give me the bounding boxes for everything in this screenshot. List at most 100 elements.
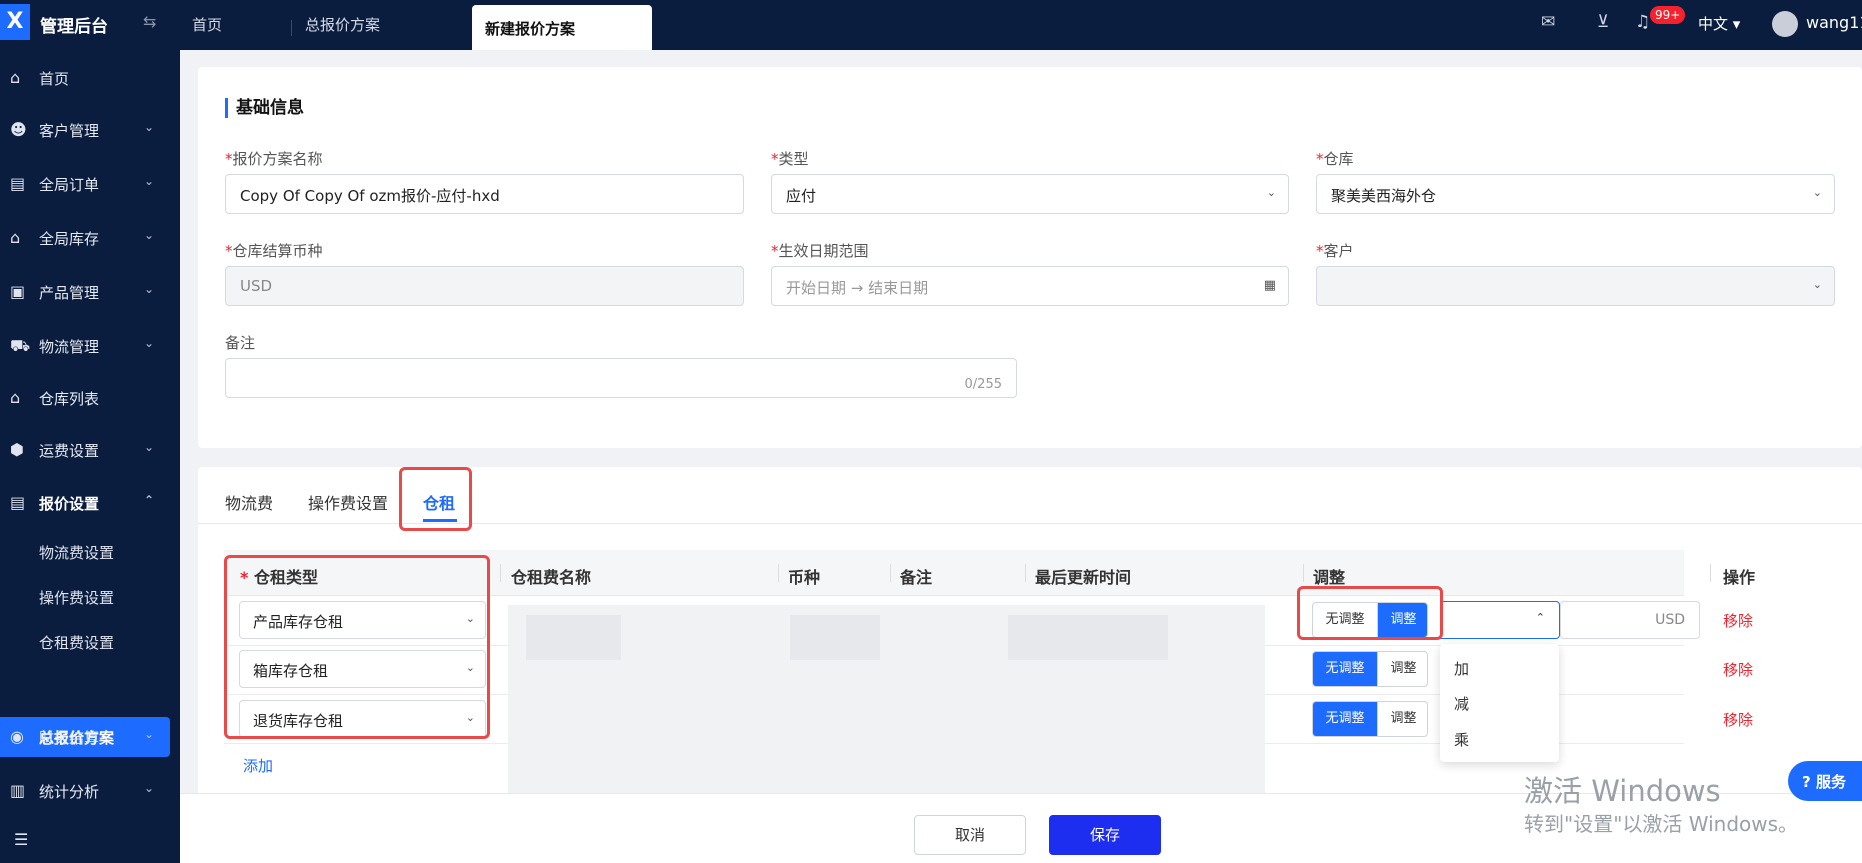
chevron-down-icon: ⌄ bbox=[144, 781, 155, 795]
adjust-toggle[interactable]: 无调整 调整 bbox=[1312, 701, 1428, 737]
download-icon[interactable]: ⊻ bbox=[1597, 12, 1609, 32]
sidebar-item-freight[interactable]: ⬢ 运费设置 ⌄ bbox=[0, 440, 180, 484]
add-row-link[interactable]: 添加 bbox=[243, 755, 273, 776]
sidebar-item-products[interactable]: ▣ 产品管理 ⌄ bbox=[0, 282, 180, 326]
tab-new-quote[interactable]: 新建报价方案 bbox=[472, 5, 652, 50]
freight-icon: ⬢ bbox=[10, 440, 24, 459]
quote-icon: ▤ bbox=[10, 493, 26, 512]
service-label: 服务 bbox=[1815, 773, 1846, 791]
option-multiply[interactable]: 乘 bbox=[1454, 729, 1469, 750]
tab-divider bbox=[291, 20, 292, 36]
sidebar-item-label: 首页 bbox=[39, 70, 70, 88]
sidebar-item-label: 全局库存 bbox=[39, 230, 100, 248]
remark-label: 备注 bbox=[225, 334, 256, 352]
menu-toggle-icon[interactable]: ☰ bbox=[14, 830, 28, 849]
finance-icon: ◉ bbox=[10, 727, 24, 746]
cancel-button[interactable]: 取消 bbox=[914, 815, 1026, 855]
sidebar-item-label: 物流管理 bbox=[39, 338, 100, 356]
sidebar-item-label: 统计分析 bbox=[39, 783, 100, 801]
activation-watermark-title: 激活 Windows bbox=[1524, 774, 1721, 808]
sidebar-item-logistics[interactable]: ⛟ 物流管理 ⌄ bbox=[0, 336, 180, 380]
remove-link[interactable]: 移除 bbox=[1723, 610, 1753, 631]
adjust-option[interactable]: 调整 bbox=[1377, 652, 1427, 686]
sidebar-item-quote-settings[interactable]: ▤ 报价设置 ⌃ bbox=[0, 493, 180, 537]
tab-home[interactable]: 首页 bbox=[192, 14, 222, 35]
list-icon: ⌂ bbox=[10, 388, 21, 407]
remove-link[interactable]: 移除 bbox=[1723, 709, 1753, 730]
sidebar-item-label: 运费设置 bbox=[39, 442, 100, 460]
type-value: 应付 bbox=[786, 187, 817, 205]
col-adjust: 调整 bbox=[1313, 568, 1346, 587]
chart-icon: ▥ bbox=[10, 781, 26, 800]
col-currency: 币种 bbox=[788, 568, 821, 587]
date-range-picker[interactable]: 开始日期 → 结束日期 ▦ bbox=[771, 266, 1289, 306]
tab-operation-fee[interactable]: 操作费设置 bbox=[308, 490, 388, 514]
sidebar-item-home[interactable]: ⌂ 首页 bbox=[0, 68, 180, 112]
warehouse-select[interactable]: 聚美美西海外仓 ⌄ bbox=[1316, 174, 1835, 214]
tab-logistics-fee[interactable]: 物流费 bbox=[225, 490, 273, 514]
arrow-right-icon: → bbox=[850, 279, 864, 297]
amount-input[interactable]: USD bbox=[1560, 601, 1700, 639]
warehouse-value: 聚美美西海外仓 bbox=[1331, 187, 1437, 205]
currency-label: *仓库结算币种 bbox=[225, 242, 323, 260]
language-select[interactable]: 中文 ▾ bbox=[1698, 13, 1740, 34]
quote-name-input[interactable]: Copy Of Copy Of ozm报价-应付-hxd bbox=[225, 174, 744, 214]
highlight-box bbox=[399, 467, 472, 531]
start-date-placeholder[interactable]: 开始日期 bbox=[786, 279, 846, 297]
remark-textarea[interactable]: 0/255 bbox=[225, 358, 1017, 398]
type-select[interactable]: 应付 ⌄ bbox=[771, 174, 1289, 214]
blurred-block bbox=[1008, 615, 1168, 660]
sidebar-item-label: 客户管理 bbox=[39, 122, 100, 140]
option-add[interactable]: 加 bbox=[1454, 658, 1469, 679]
blurred-block bbox=[790, 615, 880, 660]
user-name[interactable]: wang11 bbox=[1806, 13, 1862, 32]
activation-watermark-text: 转到"设置"以激活 Windows。 bbox=[1524, 812, 1799, 836]
col-action: 操作 bbox=[1723, 568, 1756, 587]
sidebar-item-label: 全局订单 bbox=[39, 176, 100, 194]
end-date-placeholder[interactable]: 结束日期 bbox=[868, 279, 928, 297]
col-divider bbox=[500, 564, 501, 582]
adjust-option[interactable]: 调整 bbox=[1377, 702, 1427, 736]
sidebar-item-finance[interactable]: ◉ 财务结算 ⌄ bbox=[0, 727, 180, 771]
chevron-down-icon: ⌄ bbox=[1812, 278, 1822, 291]
sidebar-item-customers[interactable]: ☻ 客户管理 ⌄ bbox=[0, 120, 180, 164]
sidebar: ⌂ 首页 ☻ 客户管理 ⌄ ▤ 全局订单 ⌄ ⌂ 全局库存 ⌄ ▣ 产品管理 ⌄ ⛟ 物流管理 ⌄ ⌂… bbox=[0, 50, 180, 863]
sub-item-storage-fee[interactable]: 仓租费设置 bbox=[39, 632, 114, 653]
no-adjust-option[interactable]: 无调整 bbox=[1313, 702, 1377, 736]
bell-icon[interactable]: ♫ bbox=[1635, 12, 1650, 32]
col-divider bbox=[1025, 564, 1026, 582]
service-button[interactable]: ? 服务 bbox=[1788, 761, 1862, 801]
option-subtract[interactable]: 减 bbox=[1454, 693, 1469, 714]
remark-counter: 0/255 bbox=[964, 377, 1002, 392]
sub-item-operation-fee[interactable]: 操作费设置 bbox=[39, 587, 114, 608]
adjust-toggle[interactable]: 无调整 调整 bbox=[1312, 651, 1428, 687]
truck-icon: ⛟ bbox=[10, 336, 31, 355]
adjust-type-select[interactable]: ⌃ bbox=[1440, 601, 1560, 639]
sidebar-item-statistics[interactable]: ▥ 统计分析 ⌄ bbox=[0, 781, 180, 825]
sub-item-logistics-fee[interactable]: 物流费设置 bbox=[39, 542, 114, 563]
sidebar-item-inventory[interactable]: ⌂ 全局库存 ⌄ bbox=[0, 228, 180, 272]
chevron-down-icon: ⌄ bbox=[144, 282, 155, 296]
product-icon: ▣ bbox=[10, 282, 26, 301]
highlight-box bbox=[1297, 586, 1443, 640]
customer-label: *客户 bbox=[1316, 242, 1354, 260]
sidebar-item-orders[interactable]: ▤ 全局订单 ⌄ bbox=[0, 174, 180, 218]
no-adjust-option[interactable]: 无调整 bbox=[1313, 652, 1377, 686]
remove-link[interactable]: 移除 bbox=[1723, 659, 1753, 680]
section-title: 基础信息 bbox=[225, 98, 304, 118]
col-divider bbox=[778, 564, 779, 582]
app-logo-icon: X bbox=[0, 4, 30, 40]
blurred-region bbox=[508, 605, 1265, 805]
swap-icon[interactable]: ⇆ bbox=[143, 12, 156, 31]
avatar[interactable] bbox=[1772, 11, 1798, 37]
warehouse-label: *仓库 bbox=[1316, 150, 1354, 168]
tab-total-quote[interactable]: 总报价方案 bbox=[305, 14, 380, 35]
date-range-label: *生效日期范围 bbox=[771, 242, 869, 260]
inbox-icon[interactable]: ✉ bbox=[1541, 12, 1555, 32]
sidebar-item-label: 产品管理 bbox=[39, 284, 100, 302]
col-updated-time: 最后更新时间 bbox=[1035, 568, 1132, 587]
adjust-dropdown-menu: 加 减 乘 bbox=[1440, 644, 1559, 762]
save-button[interactable]: 保存 bbox=[1049, 815, 1161, 855]
chevron-down-icon: ⌄ bbox=[144, 174, 155, 188]
sidebar-item-warehouses[interactable]: ⌂ 仓库列表 bbox=[0, 388, 180, 432]
